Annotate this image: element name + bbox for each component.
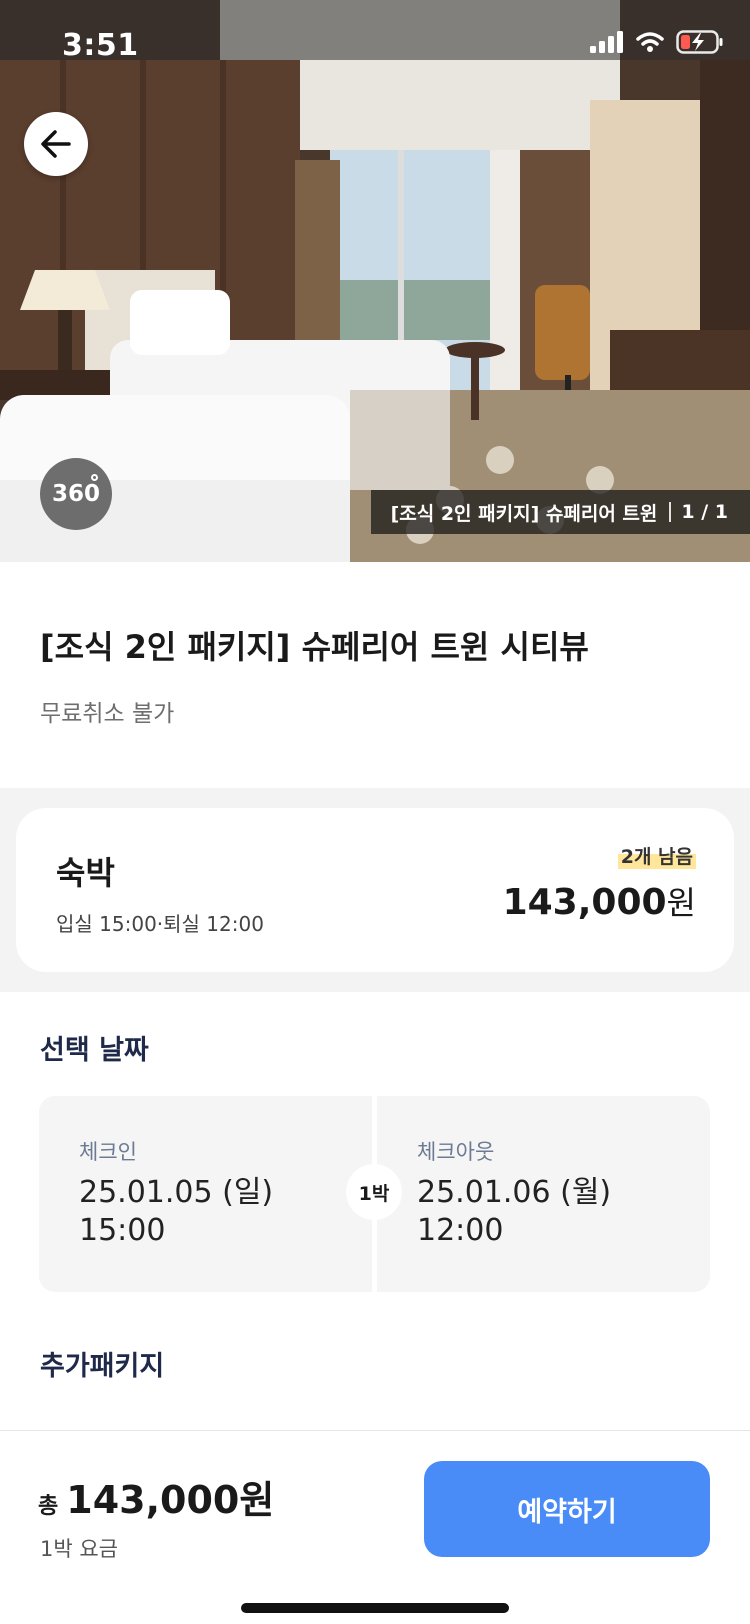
checkout-date: 25.01.06 (월): [417, 1175, 612, 1210]
book-button[interactable]: 예약하기: [424, 1461, 710, 1557]
wifi-icon: [636, 32, 664, 52]
photo-caption-text: [조식 2인 패키지] 슈페리어 트윈: [390, 502, 658, 525]
status-icons: [590, 30, 724, 54]
checkin-value: 25.01.05 (일) 15:00: [79, 1174, 273, 1250]
room-photo[interactable]: 3:51 360 [조식 2인 패키지] 슈페리어 트윈 1 / 1: [0, 0, 750, 562]
checkin-date: 25.01.05 (일): [79, 1175, 274, 1210]
stay-card[interactable]: 숙박 입실 15:00·퇴실 12:00 2개 남음 143,000원: [16, 808, 734, 972]
room-title: [조식 2인 패키지] 슈페리어 트윈 시티뷰: [40, 628, 589, 666]
rooms-remaining-badge: 2개 남음: [617, 842, 696, 869]
stay-price-currency: 원: [666, 884, 696, 922]
extra-package-heading: 추가패키지: [40, 1351, 165, 1382]
checkin-label: 체크인: [79, 1140, 137, 1164]
signal-icon: [590, 31, 623, 53]
home-indicator[interactable]: [241, 1603, 509, 1613]
total-prefix: 총: [38, 1494, 59, 1519]
checkout-box[interactable]: 체크아웃 25.01.06 (월) 12:00: [377, 1096, 710, 1292]
stay-section: 숙박 입실 15:00·퇴실 12:00 2개 남음 143,000원: [0, 788, 750, 992]
arrow-left-icon: [41, 130, 71, 158]
stay-price-amount: 143,000: [502, 882, 667, 923]
back-button[interactable]: [24, 112, 88, 176]
view-360-button[interactable]: 360: [40, 458, 112, 530]
view-360-label: 360: [51, 481, 100, 507]
room-title-section: [조식 2인 패키지] 슈페리어 트윈 시티뷰 무료취소 불가: [0, 562, 750, 788]
battery-charging-icon: [676, 30, 723, 54]
checkout-value: 25.01.06 (월) 12:00: [417, 1174, 611, 1250]
bottom-bar: 총 143,000원 1박 요금 예약하기: [0, 1430, 750, 1624]
cancel-policy: 무료취소 불가: [40, 701, 175, 727]
status-time: 3:51: [62, 28, 139, 63]
degree-icon: [91, 474, 98, 481]
selected-dates-heading: 선택 날짜: [40, 1035, 149, 1066]
checkin-box[interactable]: 체크인 25.01.05 (일) 15:00: [39, 1096, 372, 1292]
checkout-time: 12:00: [417, 1213, 504, 1248]
stay-price: 143,000원: [503, 878, 696, 924]
total-amount: 143,000원: [66, 1478, 275, 1522]
stay-type-label: 숙박: [56, 854, 115, 892]
total-price: 총 143,000원: [38, 1469, 274, 1524]
checkin-time: 15:00: [79, 1213, 166, 1248]
photo-caption: [조식 2인 패키지] 슈페리어 트윈 1 / 1: [370, 490, 750, 534]
date-section: 선택 날짜 체크인 25.01.05 (일) 15:00 체크아웃 25.01.…: [0, 992, 750, 1432]
checkin-checkout-time: 입실 15:00·퇴실 12:00: [56, 912, 264, 936]
nights-badge: 1박: [346, 1164, 402, 1220]
per-night-label: 1박 요금: [40, 1537, 118, 1561]
photo-counter: 1 / 1: [681, 501, 728, 523]
checkout-label: 체크아웃: [417, 1140, 495, 1164]
status-bar: 3:51: [0, 0, 750, 90]
caption-divider: [669, 502, 672, 522]
